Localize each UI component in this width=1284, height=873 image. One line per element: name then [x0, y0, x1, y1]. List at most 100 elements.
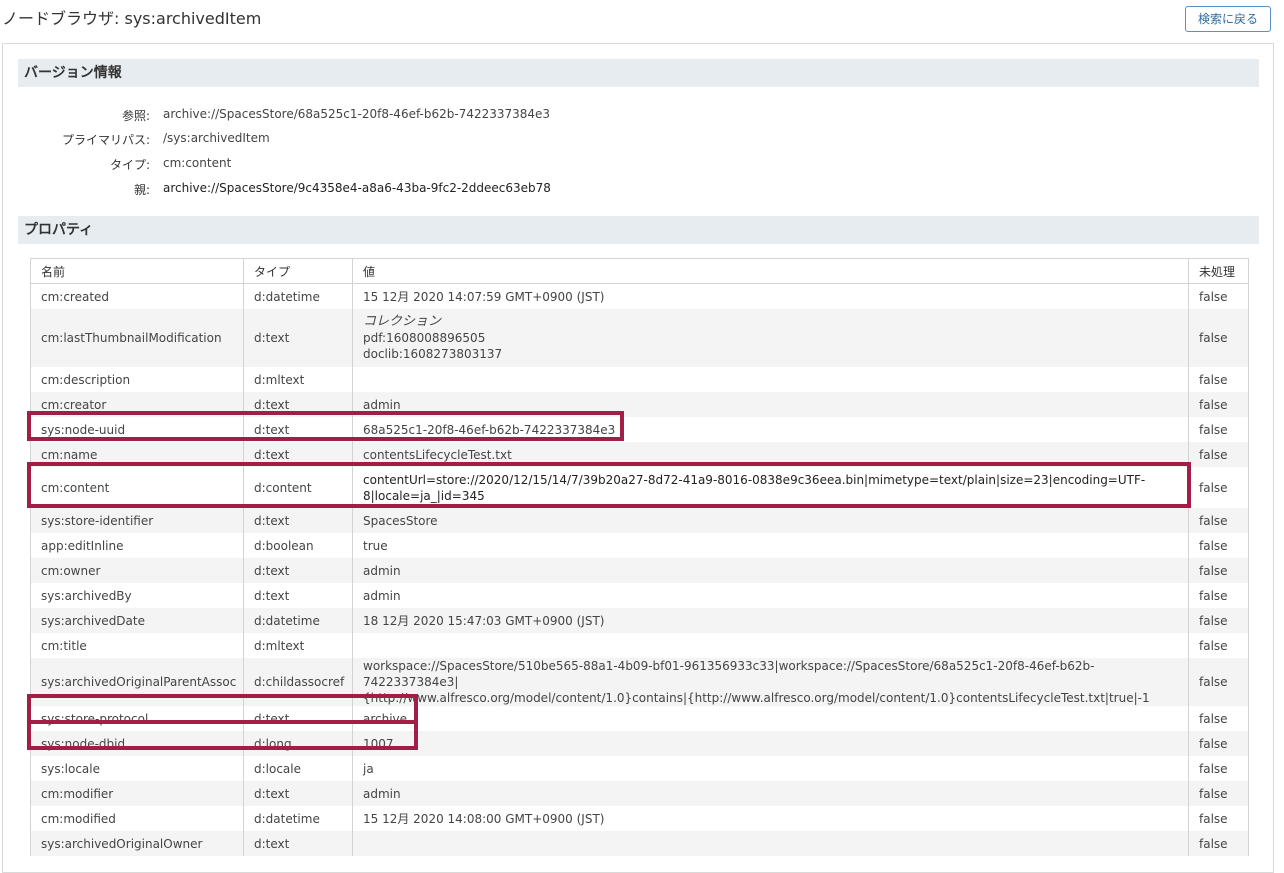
- table-header-row: 名前 タイプ 値 未処理: [30, 258, 1249, 284]
- table-row: cm:modifier d:text admin false: [30, 781, 1249, 806]
- table-row: app:editInline d:boolean true false: [30, 533, 1249, 558]
- prop-type: d:long: [243, 731, 353, 756]
- prop-value: admin: [352, 781, 1189, 806]
- table-row: sys:archivedBy d:text admin false: [30, 583, 1249, 608]
- prop-type: d:text: [243, 831, 353, 856]
- table-row: sys:store-protocol d:text archive false: [30, 706, 1249, 731]
- back-to-search-button[interactable]: 検索に戻る: [1185, 6, 1271, 32]
- prop-raw: false: [1188, 756, 1249, 781]
- prop-raw: false: [1188, 533, 1249, 558]
- prop-value: [352, 633, 1189, 658]
- prop-type: d:datetime: [243, 608, 353, 633]
- prop-type: d:datetime: [243, 283, 353, 309]
- prop-value: admin: [352, 558, 1189, 583]
- prop-name: cm:lastThumbnailModification: [30, 309, 244, 367]
- properties-header: プロパティ: [18, 216, 1259, 244]
- prop-name: sys:archivedDate: [30, 608, 244, 633]
- table-row: sys:store-identifier d:text SpacesStore …: [30, 508, 1249, 533]
- prop-value: [352, 831, 1189, 856]
- prop-raw: false: [1188, 583, 1249, 608]
- column-header-raw: 未処理: [1188, 258, 1249, 284]
- prop-value: archive: [352, 706, 1189, 731]
- prop-name: app:editInline: [30, 533, 244, 558]
- column-header-value: 値: [352, 258, 1189, 284]
- prop-value: contentUrl=store://2020/12/15/14/7/39b20…: [352, 467, 1189, 508]
- table-row: sys:archivedOriginalParentAssoc d:childa…: [30, 658, 1249, 706]
- value-line: doclib:1608273803137: [363, 347, 503, 361]
- prop-value: 15 12月 2020 14:07:59 GMT+0900 (JST): [352, 283, 1189, 309]
- prop-raw: false: [1188, 731, 1249, 756]
- info-value[interactable]: archive://SpacesStore/9c4358e4-a8a6-43ba…: [163, 181, 551, 195]
- prop-value: コレクション pdf:1608008896505 doclib:16082738…: [352, 309, 1189, 367]
- prop-value: contentsLifecycleTest.txt: [352, 442, 1189, 467]
- prop-raw: false: [1188, 417, 1249, 442]
- prop-value: 15 12月 2020 14:08:00 GMT+0900 (JST): [352, 806, 1189, 831]
- table-row: sys:node-dbid d:long 1007 false: [30, 731, 1249, 756]
- prop-name: cm:modifier: [30, 781, 244, 806]
- prop-raw: false: [1188, 608, 1249, 633]
- prop-type: d:text: [243, 392, 353, 417]
- prop-value: 18 12月 2020 15:47:03 GMT+0900 (JST): [352, 608, 1189, 633]
- prop-raw: false: [1188, 283, 1249, 309]
- prop-name: cm:title: [30, 633, 244, 658]
- value-line: 8|locale=ja_|id=345: [363, 488, 485, 503]
- table-row: cm:created d:datetime 15 12月 2020 14:07:…: [30, 283, 1249, 309]
- prop-name: sys:locale: [30, 756, 244, 781]
- prop-name: sys:store-protocol: [30, 706, 244, 731]
- prop-raw: false: [1188, 508, 1249, 533]
- prop-type: d:datetime: [243, 806, 353, 831]
- prop-raw: false: [1188, 831, 1249, 856]
- prop-raw: false: [1188, 467, 1249, 508]
- prop-value: [352, 367, 1189, 392]
- info-label: プライマリパス:: [61, 133, 150, 147]
- info-label: タイプ:: [109, 158, 150, 172]
- page-title: ノードブラウザ: sys:archivedItem: [2, 9, 262, 28]
- column-header-name: 名前: [30, 258, 244, 284]
- prop-value: ja: [352, 756, 1189, 781]
- prop-raw: false: [1188, 658, 1249, 706]
- column-header-type: タイプ: [243, 258, 353, 284]
- table-row: sys:archivedDate d:datetime 18 12月 2020 …: [30, 608, 1249, 633]
- prop-value: SpacesStore: [352, 508, 1189, 533]
- prop-type: d:text: [243, 417, 353, 442]
- table-row: sys:node-uuid d:text 68a525c1-20f8-46ef-…: [30, 417, 1249, 442]
- table-row: cm:modified d:datetime 15 12月 2020 14:08…: [30, 806, 1249, 831]
- value-line: contentUrl=store://2020/12/15/14/7/39b20…: [363, 472, 1146, 487]
- prop-name: sys:archivedOriginalParentAssoc: [30, 658, 244, 706]
- info-value: archive://SpacesStore/68a525c1-20f8-46ef…: [163, 107, 551, 121]
- prop-name: sys:node-uuid: [30, 417, 244, 442]
- properties-table: 名前 タイプ 値 未処理 cm:created d:datetime 15 12…: [30, 258, 1249, 856]
- table-row: sys:archivedOriginalOwner d:text false: [30, 831, 1249, 856]
- prop-value: workspace://SpacesStore/510be565-88a1-4b…: [352, 658, 1189, 706]
- prop-name: sys:archivedBy: [30, 583, 244, 608]
- table-row: cm:title d:mltext false: [30, 633, 1249, 658]
- prop-raw: false: [1188, 633, 1249, 658]
- value-line: workspace://SpacesStore/510be565-88a1-4b…: [363, 659, 1095, 689]
- prop-value: 1007: [352, 731, 1189, 756]
- prop-type: d:text: [243, 508, 353, 533]
- table-row: cm:content d:content contentUrl=store://…: [30, 467, 1249, 508]
- value-line: pdf:1608008896505: [363, 331, 486, 345]
- table-row: cm:owner d:text admin false: [30, 558, 1249, 583]
- prop-raw: false: [1188, 706, 1249, 731]
- table-row: cm:creator d:text admin false: [30, 392, 1249, 417]
- prop-raw: false: [1188, 367, 1249, 392]
- prop-type: d:locale: [243, 756, 353, 781]
- prop-name: sys:archivedOriginalOwner: [30, 831, 244, 856]
- table-row: cm:name d:text contentsLifecycleTest.txt…: [30, 442, 1249, 467]
- prop-type: d:mltext: [243, 633, 353, 658]
- prop-name: cm:description: [30, 367, 244, 392]
- table-row: cm:description d:mltext false: [30, 367, 1249, 392]
- prop-raw: false: [1188, 392, 1249, 417]
- prop-name: cm:created: [30, 283, 244, 309]
- prop-type: d:text: [243, 583, 353, 608]
- prop-name: sys:store-identifier: [30, 508, 244, 533]
- value-line: {http://www.alfresco.org/model/content/1…: [363, 691, 1150, 705]
- prop-type: d:text: [243, 442, 353, 467]
- prop-raw: false: [1188, 806, 1249, 831]
- prop-type: d:mltext: [243, 367, 353, 392]
- prop-raw: false: [1188, 442, 1249, 467]
- prop-name: cm:creator: [30, 392, 244, 417]
- prop-type: d:text: [243, 309, 353, 367]
- prop-value: true: [352, 533, 1189, 558]
